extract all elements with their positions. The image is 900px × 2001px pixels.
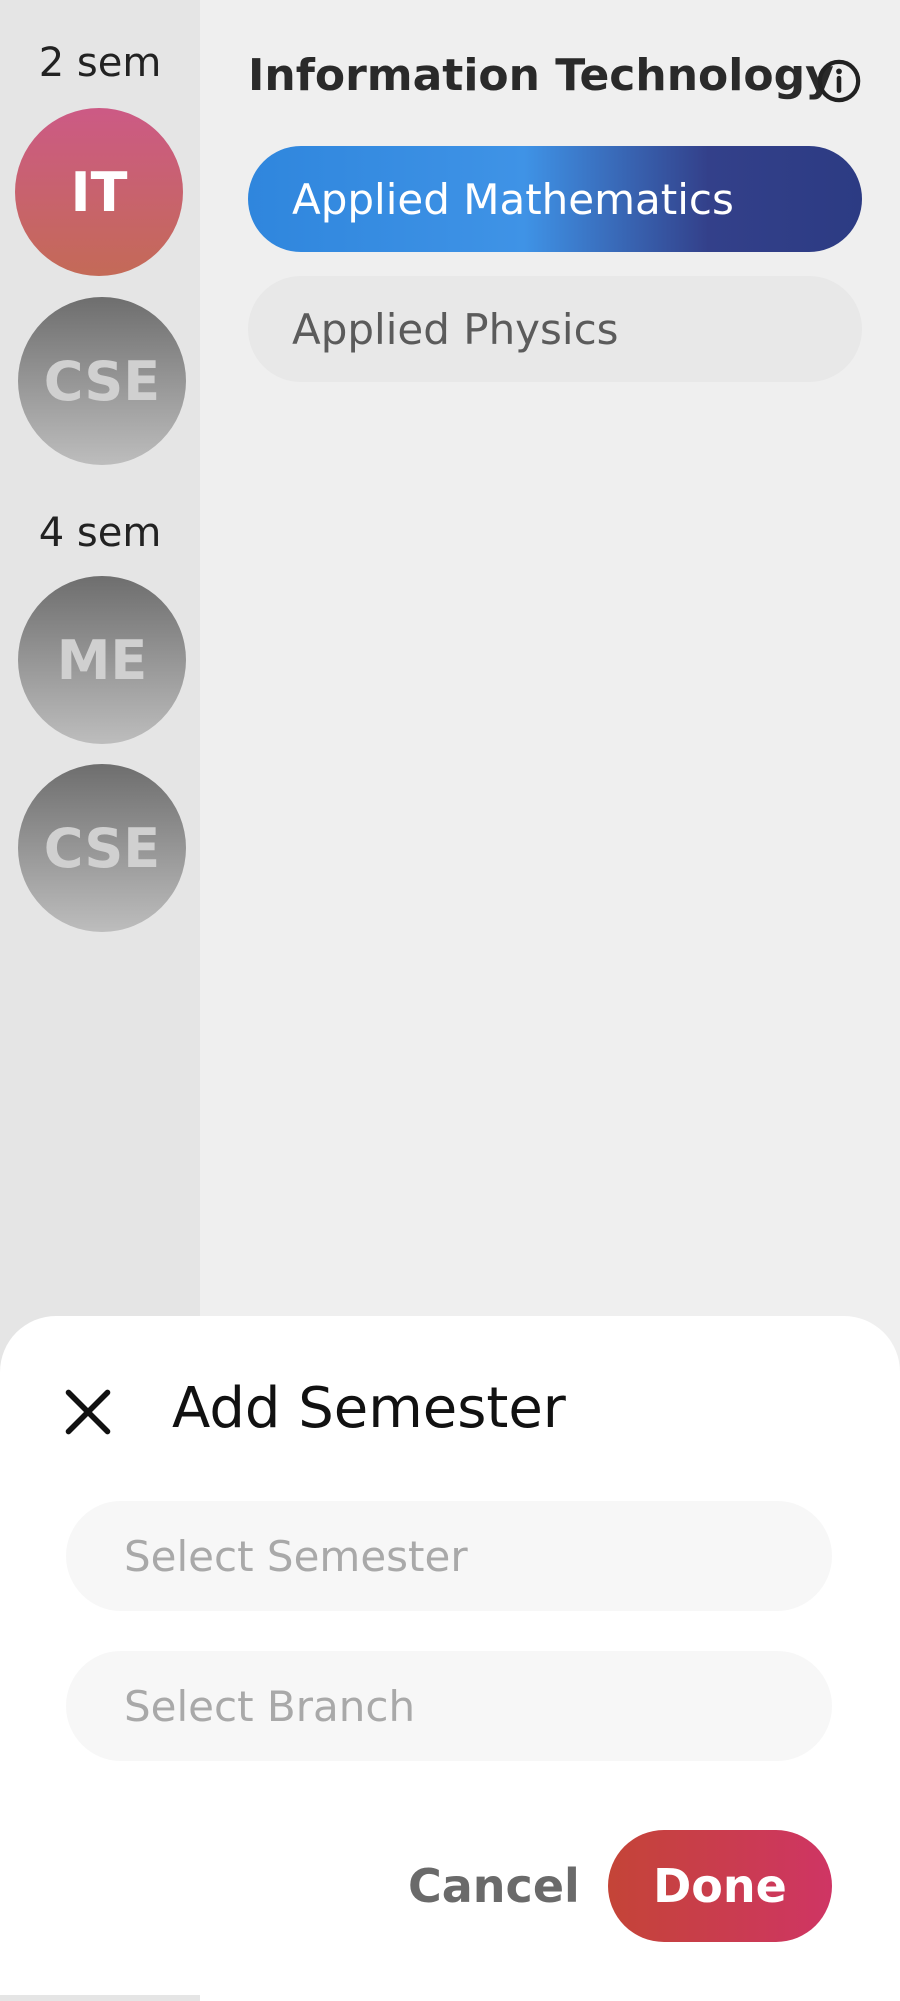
divider <box>0 1995 200 2001</box>
select-branch-field[interactable] <box>66 1651 832 1761</box>
semester-group-label: 2 sem <box>38 40 162 86</box>
semester-group-label: 4 sem <box>38 510 162 556</box>
info-icon[interactable] <box>816 58 862 104</box>
subject-item-applied-mathematics[interactable]: Applied Mathematics <box>248 146 862 252</box>
close-icon[interactable] <box>62 1386 114 1438</box>
branch-item-me[interactable]: ME <box>18 576 186 744</box>
sheet-title: Add Semester <box>172 1376 566 1441</box>
done-button[interactable]: Done <box>608 1830 832 1942</box>
page-title: Information Technology <box>248 50 834 101</box>
branch-item-cse[interactable]: CSE <box>18 297 186 465</box>
subject-item-applied-physics[interactable]: Applied Physics <box>248 276 862 382</box>
branch-item-it[interactable]: IT <box>15 108 183 276</box>
select-semester-field[interactable] <box>66 1501 832 1611</box>
branch-item-cse[interactable]: CSE <box>18 764 186 932</box>
cancel-button[interactable]: Cancel <box>396 1836 592 1936</box>
